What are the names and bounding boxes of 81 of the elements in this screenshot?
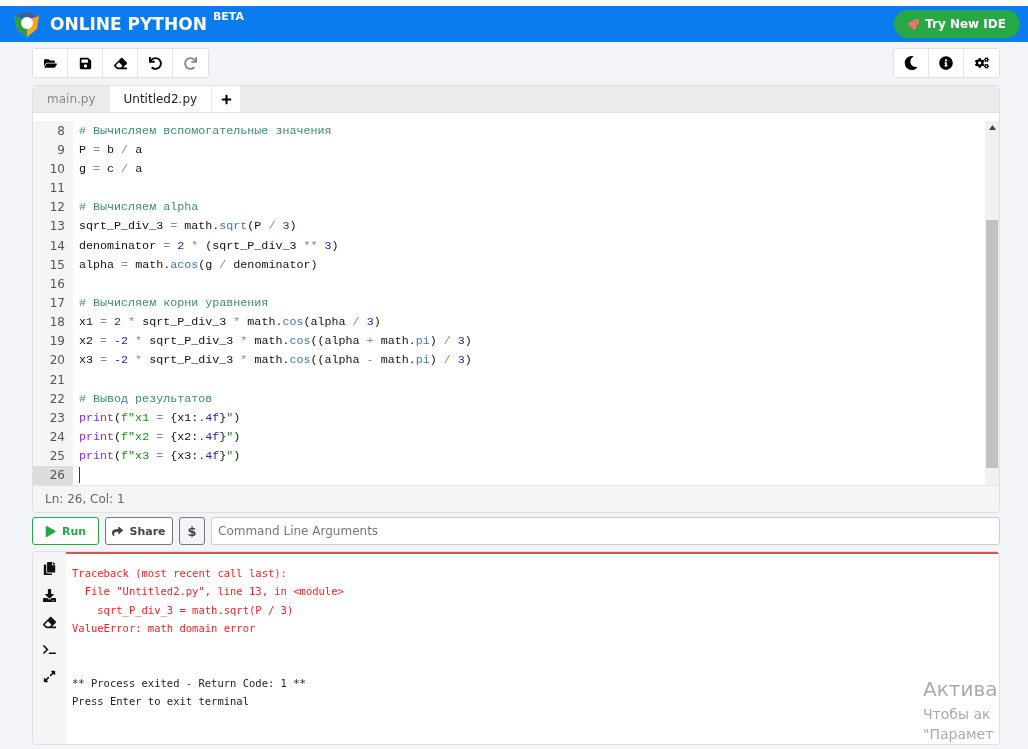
line-number: 9 — [33, 140, 73, 160]
try-new-ide-button[interactable]: Try New IDE — [894, 10, 1020, 38]
file-tab[interactable]: Untitled2.py — [109, 86, 212, 112]
play-icon — [44, 525, 56, 537]
activation-notice: Чтобы ак — [923, 705, 991, 724]
redo-icon — [184, 56, 197, 70]
line-number: 22 — [33, 389, 73, 409]
save-icon — [78, 56, 92, 70]
share-icon — [112, 525, 124, 537]
activation-notice: "Парамет — [923, 725, 994, 744]
terminal-tool-button[interactable] — [41, 560, 58, 576]
code-line: P = b / a — [78, 142, 143, 157]
line-number: 17 — [33, 293, 73, 313]
terminal-icon — [43, 642, 56, 656]
code-line: print(f"x3 = {x3:.4f}") — [78, 449, 241, 464]
dollar-sign: $ — [179, 517, 205, 545]
line-number: 24 — [33, 427, 73, 447]
toolbar-button[interactable] — [894, 49, 929, 77]
terminal-line: File "Untitled2.py", line 13, in <module> — [83, 584, 344, 600]
eraser-icon — [43, 615, 56, 629]
undo-icon — [148, 56, 162, 70]
arguments-field[interactable]: Command Line Arguments — [211, 517, 1000, 545]
terminal-line: sqrt_P_div_3 = math.sqrt(P / 3) — [96, 602, 294, 619]
line-number: 20 — [33, 350, 73, 371]
code-line: print(f"x1 = {x1:.4f}") — [78, 410, 241, 425]
terminal-tool-button[interactable] — [41, 614, 58, 630]
line-number: 15 — [33, 255, 73, 275]
eraser-icon — [113, 56, 127, 70]
moon-icon — [904, 56, 918, 70]
line-number: 14 — [33, 235, 73, 256]
info-icon — [939, 56, 953, 70]
toolbar-button[interactable] — [33, 49, 68, 77]
settings-icon — [974, 56, 989, 70]
line-number: 25 — [33, 446, 73, 466]
line-number: 18 — [33, 312, 73, 332]
terminal-tool-button[interactable] — [41, 668, 58, 684]
code-line: # Вывод результатов — [78, 391, 213, 406]
code-line: print(f"x2 = {x2:.4f}") — [78, 430, 241, 445]
line-number: 10 — [33, 159, 73, 179]
add-tab-button[interactable] — [212, 86, 241, 112]
code-line: denominator = 2 * (sqrt_P_div_3 ** 3) — [78, 238, 339, 253]
line-number: 26 — [33, 465, 73, 485]
code-line: # Вычисляем вспомогательные значения — [78, 123, 332, 138]
scroll-up-arrow-icon[interactable] — [988, 125, 996, 130]
line-number: 12 — [33, 197, 73, 217]
rocket-icon — [908, 18, 920, 30]
activation-notice: Актива — [923, 676, 998, 703]
code-line: x1 = 2 * sqrt_P_div_3 * math.cos(alpha / 3) — [78, 315, 381, 330]
terminal-line: Traceback (most recent call last): — [72, 566, 287, 582]
app-title: ONLINE PYTHON — [50, 14, 207, 34]
line-number: 11 — [33, 178, 73, 198]
file-tab[interactable]: main.py — [33, 86, 110, 112]
terminal-line: Press Enter to exit terminal — [72, 694, 249, 710]
share-button[interactable]: Share — [105, 517, 173, 545]
run-button[interactable]: Run — [32, 517, 99, 545]
line-number: 23 — [33, 408, 73, 428]
text-cursor — [79, 467, 80, 484]
cursor-position: Ln: 26, Col: 1 — [33, 485, 999, 512]
code-line: x2 = -2 * sqrt_P_div_3 * math.cos((alpha + math.pi) / 3) — [78, 334, 472, 349]
expand-icon — [43, 669, 56, 683]
folder-icon — [43, 56, 57, 70]
line-number: 8 — [33, 121, 73, 141]
shield-logo-icon — [14, 10, 40, 38]
line-number: 13 — [33, 216, 73, 236]
code-line: alpha = math.acos(g / denominator) — [78, 257, 318, 272]
beta-label: BETA — [212, 10, 244, 23]
download-icon — [43, 588, 56, 602]
plus-icon — [220, 93, 232, 105]
code-line: g = c / a — [78, 161, 143, 176]
terminal-tool-button[interactable] — [41, 587, 58, 603]
line-number: 21 — [33, 370, 73, 390]
copy-icon — [43, 561, 56, 575]
terminal-line: ValueError: math domain error — [72, 621, 256, 637]
terminal-line: ** Process exited - Return Code: 1 ** — [72, 675, 306, 691]
scrollbar[interactable] — [985, 121, 999, 485]
line-number: 19 — [33, 331, 73, 351]
code-line: sqrt_P_div_3 = math.sqrt(P / 3) — [78, 219, 297, 234]
code-line: # Вычисляем корни уравнения — [78, 296, 269, 310]
code-line: x3 = -2 * sqrt_P_div_3 * math.cos((alpha - math.pi) / 3) — [78, 353, 472, 368]
line-number: 16 — [33, 274, 73, 294]
code-line: # Вычисляем alpha — [78, 200, 199, 215]
